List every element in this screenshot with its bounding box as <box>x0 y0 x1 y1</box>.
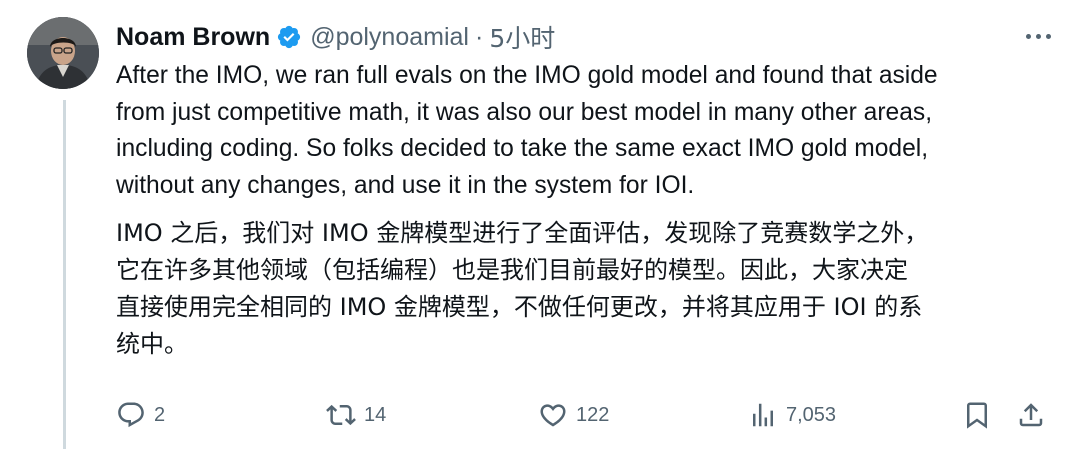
timestamp[interactable]: 5小时 <box>489 19 555 55</box>
text-line: IMO 之后，我们对 IMO 金牌模型进行了全面评估，发现除了竞赛数学之外， <box>116 219 929 247</box>
bookmark-button[interactable] <box>962 395 992 435</box>
like-count: 122 <box>576 403 610 426</box>
avatar[interactable] <box>27 17 99 89</box>
text-line: 统中。 <box>116 330 188 358</box>
more-options-icon[interactable] <box>1020 22 1056 50</box>
tweet-text-chinese: IMO 之后，我们对 IMO 金牌模型进行了全面评估，发现除了竞赛数学之外， 它… <box>116 215 1056 363</box>
thread-line <box>63 100 66 449</box>
reply-count: 2 <box>154 403 166 426</box>
retweet-button[interactable]: 14 <box>326 395 386 435</box>
share-button[interactable] <box>1016 395 1046 435</box>
share-icon <box>1019 403 1043 427</box>
bookmark-icon <box>967 402 987 429</box>
tweet-header: Noam Brown @polynoamial · 5小时 <box>116 20 555 54</box>
verified-badge-icon[interactable] <box>276 24 302 50</box>
views-button[interactable]: 7,053 <box>748 395 836 435</box>
author-name[interactable]: Noam Brown <box>116 23 270 52</box>
like-button[interactable]: 122 <box>538 395 609 435</box>
action-bar: 2 14 122 7,053 <box>116 395 1056 435</box>
tweet-text-english: After the IMO, we ran full evals on the … <box>116 58 1056 204</box>
text-line: from just competitive math, it was also … <box>116 98 933 126</box>
retweet-count: 14 <box>364 403 387 426</box>
text-line: 直接使用完全相同的 IMO 金牌模型，不做任何更改，并将其应用于 IOI 的系 <box>116 293 923 321</box>
view-count: 7,053 <box>786 403 837 426</box>
text-line: including coding. So folks decided to ta… <box>116 135 929 162</box>
views-icon <box>753 403 773 427</box>
text-line: After the IMO, we ran full evals on the … <box>116 62 938 89</box>
text-line: without any changes, and use it in the s… <box>116 171 695 199</box>
avatar-image <box>27 17 99 89</box>
text-line: 它在许多其他领域（包括编程）也是我们目前最好的模型。因此，大家决定 <box>116 256 908 284</box>
retweet-icon <box>326 404 356 426</box>
reply-button[interactable]: 2 <box>116 395 165 435</box>
heart-icon <box>540 404 566 427</box>
reply-icon <box>118 402 144 428</box>
separator-dot: · <box>474 22 484 51</box>
author-handle[interactable]: @polynoamial <box>310 23 469 52</box>
